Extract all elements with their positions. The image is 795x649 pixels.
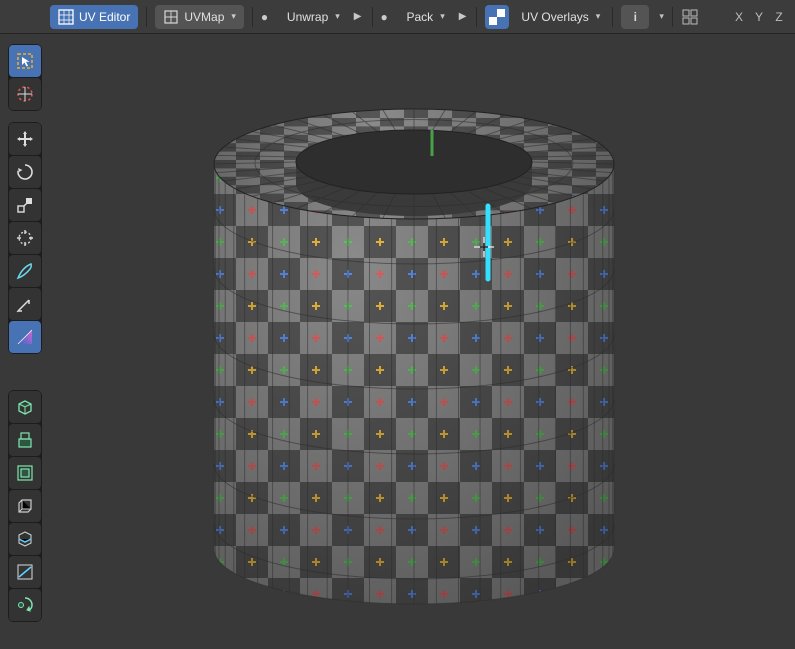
inset-faces-tool[interactable] — [9, 457, 41, 489]
overlays-text: UV Overlays — [521, 10, 588, 24]
annotate-tool[interactable] — [9, 255, 41, 287]
scene-render — [44, 34, 795, 649]
uv-overlays-toggle[interactable] — [485, 5, 509, 29]
gradient-tool[interactable] — [9, 321, 41, 353]
chevron-down-icon: ▾ — [335, 11, 340, 22]
editor-type-label: UV Editor — [79, 10, 130, 24]
dot-icon: ● — [261, 10, 275, 24]
pack-menu[interactable]: Pack ▾ — [403, 5, 449, 29]
spin-tool[interactable] — [9, 589, 41, 621]
move-tool[interactable] — [9, 123, 41, 155]
chevron-down-icon[interactable]: ▾ — [659, 11, 664, 22]
chevron-down-icon: ▾ — [596, 11, 601, 22]
cursor-tool[interactable] — [9, 45, 41, 77]
options-icon[interactable] — [681, 8, 699, 26]
transform-tool[interactable] — [9, 222, 41, 254]
rotate-tool[interactable] — [9, 156, 41, 188]
knife-tool[interactable] — [9, 556, 41, 588]
unwrap-execute-button[interactable]: ▶ — [352, 11, 364, 22]
separator — [476, 7, 477, 27]
checker-icon — [489, 9, 505, 25]
info-button[interactable]: i — [621, 5, 649, 29]
unwrap-menu[interactable]: Unwrap ▾ — [283, 5, 344, 29]
bevel-tool[interactable] — [9, 490, 41, 522]
editor-type-button[interactable]: UV Editor — [50, 5, 138, 29]
separator — [672, 7, 673, 27]
uv-overlays-menu[interactable]: UV Overlays ▾ — [517, 5, 604, 29]
chevron-down-icon: ▾ — [440, 11, 445, 22]
uv-editor-icon — [58, 9, 74, 25]
pack-execute-button[interactable]: ▶ — [457, 11, 469, 22]
axis-x-button[interactable]: X — [731, 10, 747, 24]
info-icon: i — [634, 10, 637, 24]
unwrap-text: Unwrap — [287, 10, 328, 24]
scale-tool[interactable] — [9, 189, 41, 221]
uv-map-icon — [163, 9, 179, 25]
3d-cursor-tool[interactable] — [9, 78, 41, 110]
separator — [612, 7, 613, 27]
add-cube-tool[interactable] — [9, 391, 41, 423]
uvmap-text: UVMap — [184, 10, 224, 24]
separator — [372, 7, 373, 27]
axis-z-button[interactable]: Z — [771, 10, 787, 24]
axis-y-button[interactable]: Y — [751, 10, 767, 24]
loop-cut-tool[interactable] — [9, 523, 41, 555]
dot-icon: ● — [381, 10, 395, 24]
separator — [252, 7, 253, 27]
chevron-down-icon: ▾ — [231, 11, 236, 22]
uvmap-selector[interactable]: UVMap ▾ — [155, 5, 244, 29]
separator — [146, 7, 147, 27]
pack-text: Pack — [407, 10, 434, 24]
3d-viewport[interactable] — [44, 34, 795, 649]
measure-tool[interactable] — [9, 288, 41, 320]
extrude-region-tool[interactable] — [9, 424, 41, 456]
